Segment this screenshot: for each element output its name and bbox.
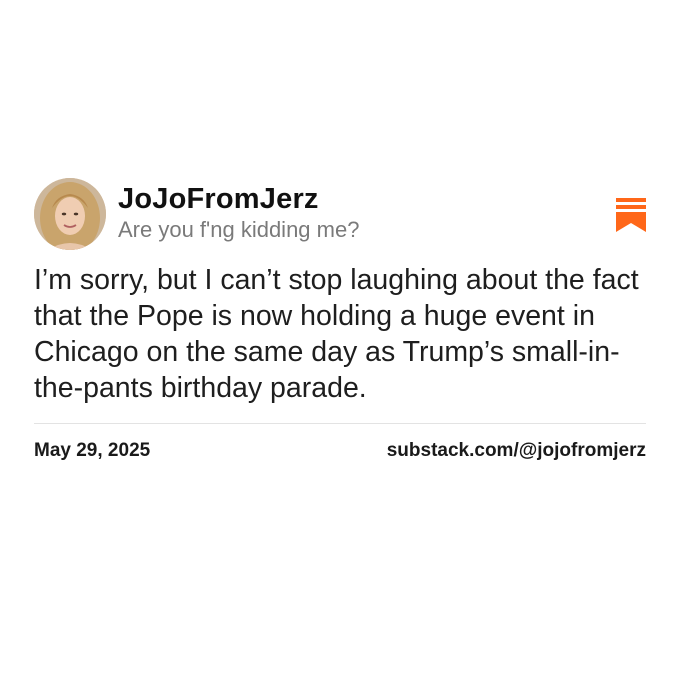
author-name[interactable]: JoJoFromJerz xyxy=(118,182,359,216)
author-subtitle: Are you f'ng kidding me? xyxy=(118,217,360,242)
post-text: I’m sorry, but I can’t stop laughing abo… xyxy=(34,264,639,404)
author-block: JoJoFromJerz Are you f'ng kidding me? xyxy=(118,182,359,244)
post-card: JoJoFromJerz Are you f'ng kidding me? I’… xyxy=(34,178,646,470)
post-date: May 29, 2025 xyxy=(34,440,151,461)
post-header: JoJoFromJerz Are you f'ng kidding me? xyxy=(34,178,646,252)
profile-url-link[interactable]: substack.com/@jojofromjerz xyxy=(387,440,646,462)
substack-logo-icon[interactable] xyxy=(616,198,646,232)
avatar-image xyxy=(34,178,106,250)
avatar[interactable] xyxy=(34,178,106,250)
post-footer: May 29, 2025 substack.com/@jojofromjerz xyxy=(34,440,646,470)
divider xyxy=(34,423,646,424)
